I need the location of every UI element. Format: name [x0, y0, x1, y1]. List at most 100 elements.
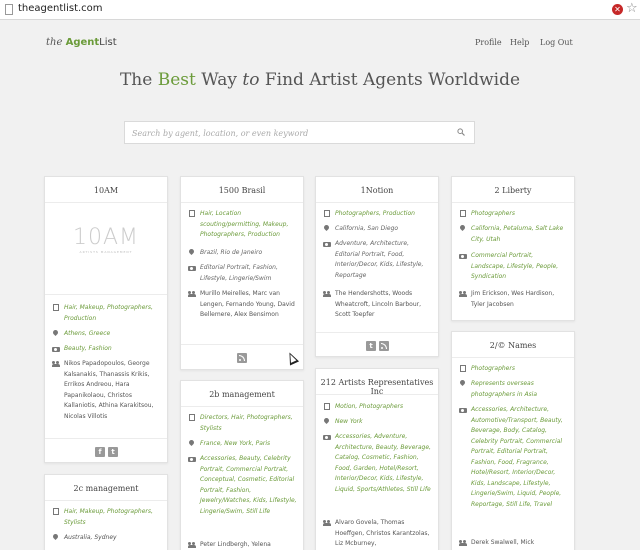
card-title[interactable]: 2/© Names	[452, 341, 574, 350]
divider	[45, 202, 167, 203]
document-icon	[189, 414, 195, 421]
agent-card-1500-brasil[interactable]: 1500 Brasil Hair, Location scouting/perm…	[180, 176, 304, 370]
agent-card-2-liberty[interactable]: 2 Liberty Photographers California, Peta…	[451, 176, 575, 321]
card-artists: Jim Erickson, Wes Hardison, Tyler Jacobs…	[471, 290, 555, 308]
browser-address-bar[interactable]: theagentlist.com ✕ ☆	[0, 0, 640, 20]
card-title[interactable]: 2b management	[181, 390, 303, 399]
facebook-icon[interactable]: f	[95, 447, 105, 457]
card-specialties: Accessories, Architecture, Automotive/Tr…	[471, 406, 563, 508]
card-title[interactable]: 2 Liberty	[452, 186, 574, 195]
document-icon	[53, 508, 59, 515]
people-icon	[459, 539, 467, 547]
rss-icon[interactable]	[237, 353, 247, 363]
divider	[45, 438, 167, 439]
card-location: Australia, Sydney	[64, 534, 117, 541]
search-icon[interactable]	[457, 128, 465, 136]
site-logo[interactable]: the AgentList	[46, 37, 117, 48]
divider	[181, 406, 303, 407]
card-location: California, San Diego	[335, 225, 399, 232]
card-specialties: Commercial Portrait, Landscape, Lifestyl…	[471, 252, 559, 280]
document-icon	[460, 365, 466, 372]
divider	[316, 394, 438, 395]
card-artists: Murillo Meirelles, Marc van Lengen, Fern…	[200, 290, 295, 318]
headline-part1: The	[119, 70, 158, 90]
card-categories: Photographers, Production	[335, 210, 415, 217]
bookmark-star-icon[interactable]: ☆	[626, 1, 638, 17]
card-specialties: Adventure, Architecture, Editorial Portr…	[335, 240, 424, 279]
location-pin-icon	[323, 418, 331, 426]
camera-icon	[323, 433, 331, 441]
card-categories: Hair, Makeup, Photographers, Production	[64, 304, 153, 322]
location-pin-icon	[52, 534, 60, 542]
search-input[interactable]	[132, 127, 452, 140]
people-icon	[323, 290, 331, 298]
card-specialties: Editorial Portrait, Fashion, Lifestyle, …	[200, 264, 278, 282]
logo-agent: Agent	[65, 37, 100, 48]
social-links	[237, 353, 249, 363]
camera-icon	[459, 252, 467, 260]
card-location: New York	[335, 418, 363, 425]
divider	[181, 202, 303, 203]
document-icon	[324, 403, 330, 410]
camera-icon	[188, 455, 196, 463]
divider	[316, 202, 438, 203]
divider	[181, 344, 303, 345]
card-location: California, Petaluma, Salt Lake City, Ut…	[471, 225, 564, 243]
page-headline: The Best Way to Find Artist Agents World…	[0, 70, 640, 90]
card-categories: Motion, Photographers	[335, 403, 404, 410]
card-artists: Derek Swalwell, Mick	[471, 539, 535, 546]
agent-card-2-names[interactable]: 2/© Names Photographers Represents overs…	[451, 331, 575, 550]
divider	[316, 332, 438, 333]
location-pin-icon	[188, 440, 196, 448]
nav-logout-link[interactable]: Log Out	[540, 38, 573, 47]
card-specialties: Accessories, Adventure, Architecture, Be…	[335, 433, 431, 493]
card-categories: Hair, Location scouting/permitting, Make…	[200, 210, 289, 238]
logo-list: List	[99, 37, 117, 48]
headline-part3: Find Artist Agents Worldwide	[259, 70, 521, 90]
agency-logo-10am: 10AM	[72, 225, 140, 250]
people-icon	[459, 290, 467, 298]
card-title[interactable]: 1500 Brasil	[181, 186, 303, 195]
card-categories: Directors, Hair, Photographers, Stylists	[200, 414, 293, 432]
page-icon	[5, 4, 13, 15]
card-artists: The Hendershotts, Woods Wheatcroft, Linc…	[335, 290, 422, 318]
twitter-icon[interactable]: t	[366, 341, 376, 351]
agent-card-2b-management[interactable]: 2b management Directors, Hair, Photograp…	[180, 380, 304, 550]
url-text[interactable]: theagentlist.com	[18, 3, 103, 14]
block-icon[interactable]: ✕	[612, 4, 623, 15]
location-pin-icon	[188, 249, 196, 257]
card-categories: Photographers	[471, 365, 515, 372]
search-box[interactable]	[124, 121, 475, 144]
camera-icon	[188, 264, 196, 272]
document-icon	[53, 304, 59, 311]
card-title[interactable]: 2c management	[45, 484, 167, 493]
card-location: Brazil, Rio de Janeiro	[200, 249, 263, 256]
agent-card-2c-management[interactable]: 2c management Hair, Makeup, Photographer…	[44, 474, 168, 550]
location-pin-icon	[52, 330, 60, 338]
camera-icon	[52, 345, 60, 353]
card-artists: Alvaro Govela, Thomas Hoeffgen, Christos…	[335, 519, 430, 547]
card-artists: Nikos Papadopoulos, George Kalsanakis, T…	[64, 360, 154, 420]
headline-part2: Way	[195, 70, 243, 90]
document-icon	[460, 210, 466, 217]
card-categories: Photographers	[471, 210, 515, 217]
people-icon	[188, 290, 196, 298]
card-title[interactable]: 10AM	[45, 186, 167, 195]
card-specialties: Beauty, Fashion	[64, 345, 112, 352]
agent-card-212-artists[interactable]: 212 Artists Representatives Inc Motion, …	[315, 368, 439, 550]
nav-help-link[interactable]: Help	[510, 38, 529, 47]
divider	[45, 500, 167, 501]
location-pin-icon	[459, 225, 467, 233]
nav-profile-link[interactable]: Profile	[475, 38, 502, 47]
rss-icon[interactable]	[379, 341, 389, 351]
camera-icon	[323, 240, 331, 248]
camera-icon	[459, 406, 467, 414]
card-title[interactable]: 1Notion	[316, 186, 438, 195]
document-icon	[189, 210, 195, 217]
headline-best: Best	[157, 70, 196, 90]
agent-card-1notion[interactable]: 1Notion Photographers, Production Califo…	[315, 176, 439, 357]
twitter-icon[interactable]: t	[108, 447, 118, 457]
location-pin-icon	[459, 380, 467, 388]
social-links: f t	[95, 447, 119, 457]
agent-card-10am[interactable]: 10AM 10AM ARTISTS MANAGEMENT Hair, Makeu…	[44, 176, 168, 463]
